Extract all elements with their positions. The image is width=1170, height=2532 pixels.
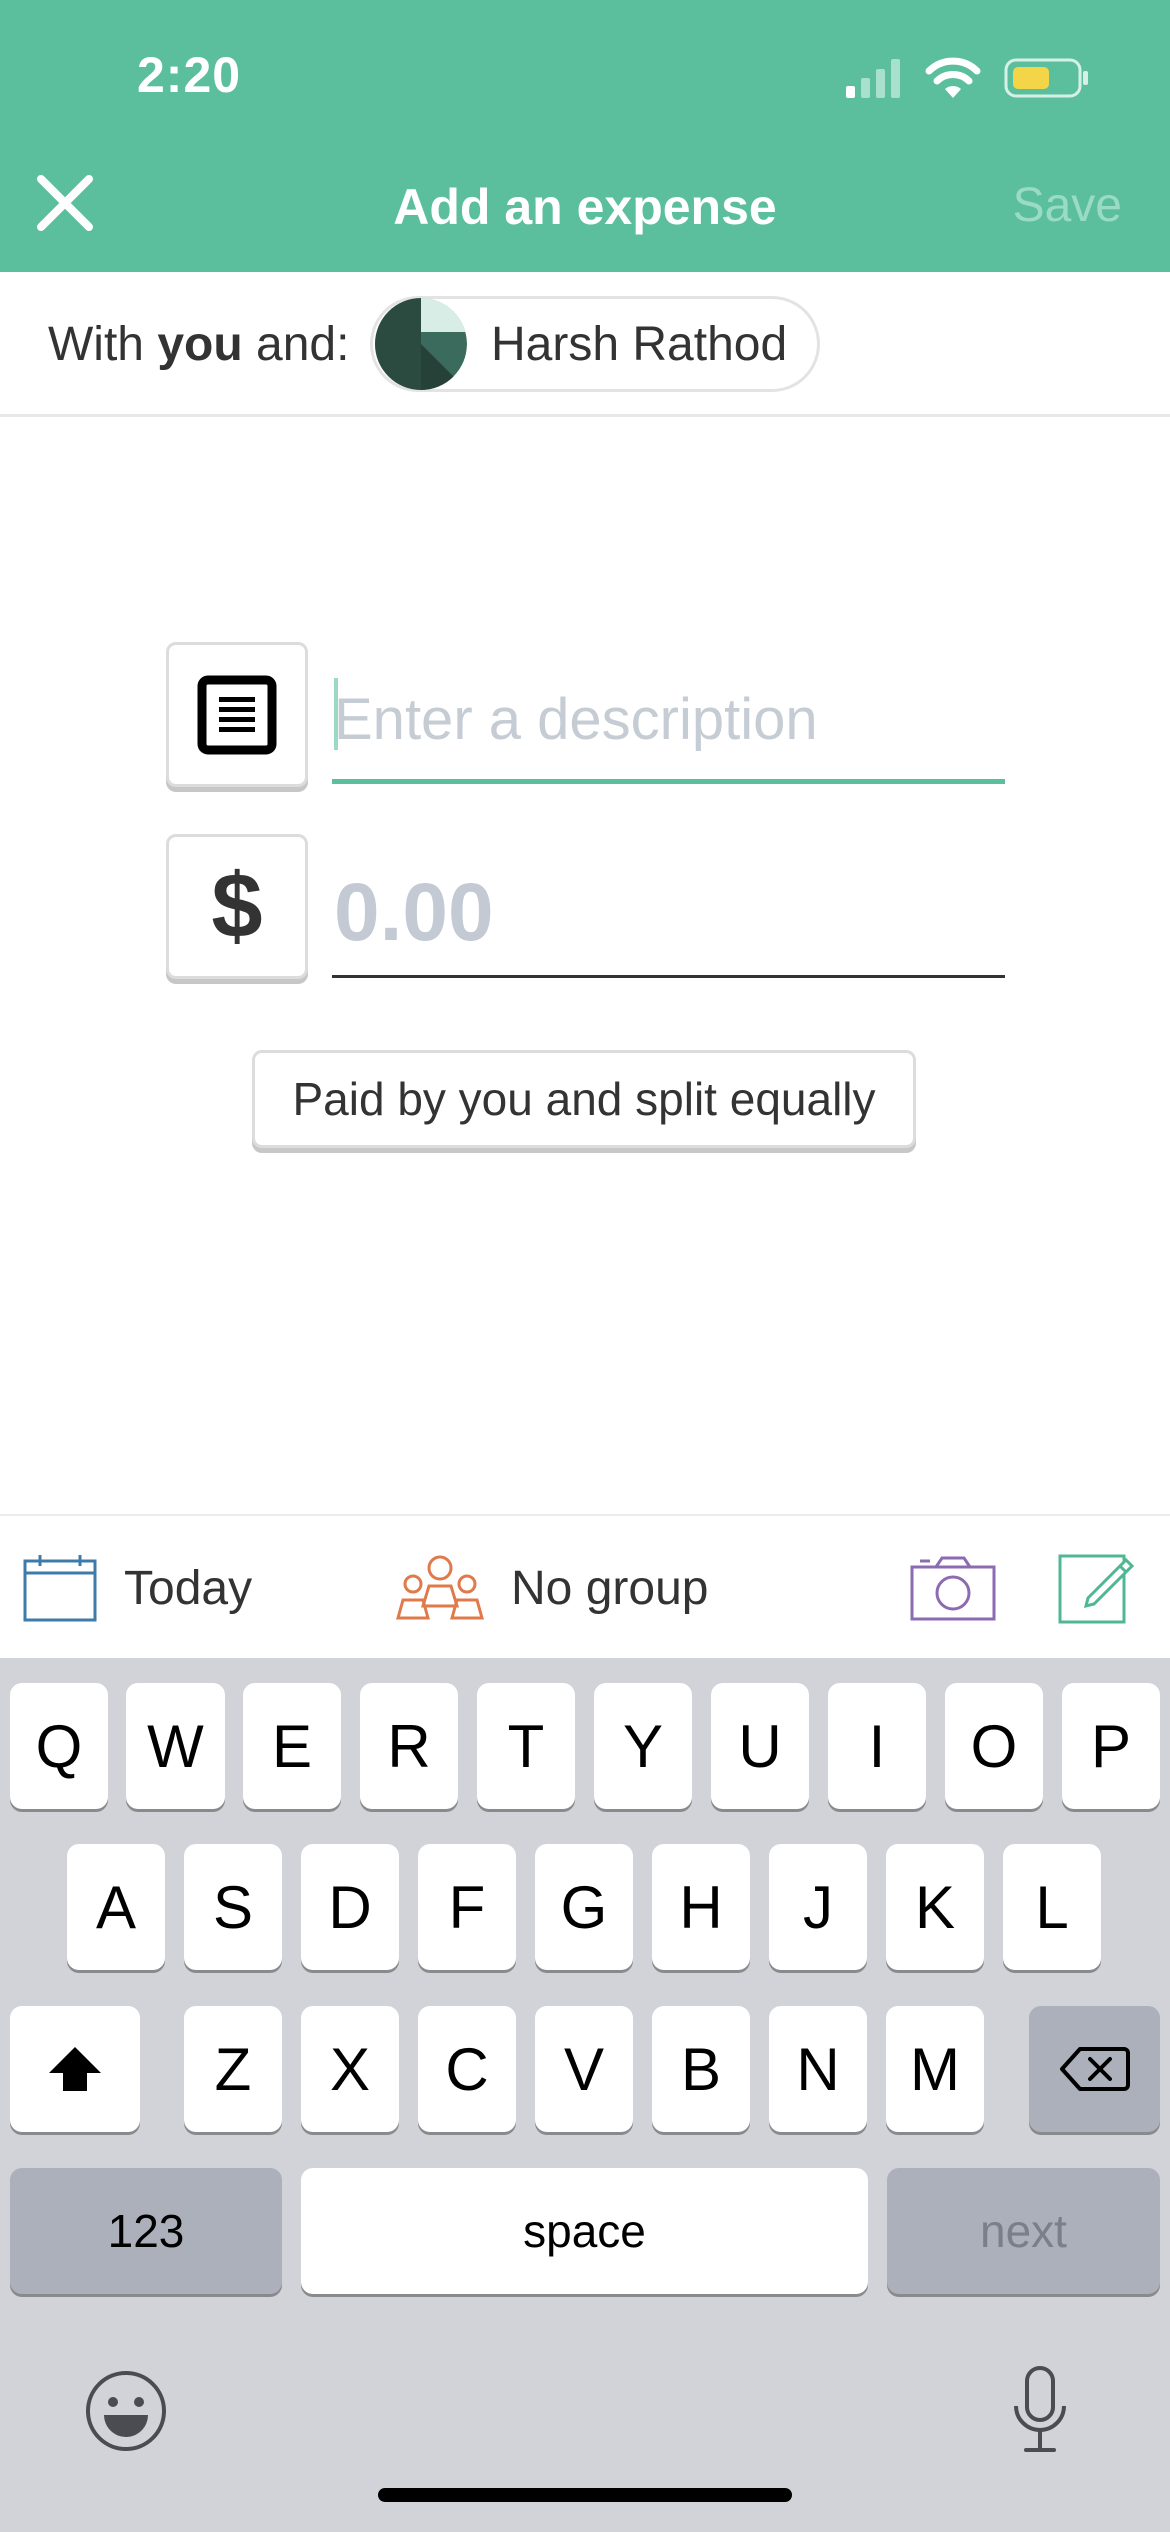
shift-key[interactable] bbox=[10, 2006, 140, 2132]
group-icon bbox=[396, 1555, 484, 1620]
key-a[interactable]: A bbox=[67, 1844, 165, 1970]
text-cursor bbox=[334, 678, 338, 750]
key-x[interactable]: X bbox=[301, 2006, 399, 2132]
key-p[interactable]: P bbox=[1062, 1683, 1160, 1809]
amount-input[interactable] bbox=[332, 850, 1005, 978]
currency-symbol: $ bbox=[211, 855, 263, 957]
key-h[interactable]: H bbox=[652, 1844, 750, 1970]
participant-chip[interactable]: Harsh Rathod bbox=[370, 296, 820, 392]
key-q[interactable]: Q bbox=[10, 1683, 108, 1809]
key-z[interactable]: Z bbox=[184, 2006, 282, 2132]
group-button[interactable]: No group bbox=[395, 1516, 708, 1660]
key-g[interactable]: G bbox=[535, 1844, 633, 1970]
page-title: Add an expense bbox=[393, 179, 777, 235]
cellular-signal-icon bbox=[846, 59, 900, 98]
save-button[interactable]: Save bbox=[1013, 178, 1122, 233]
description-input[interactable] bbox=[332, 660, 1005, 784]
key-f[interactable]: F bbox=[418, 1844, 516, 1970]
status-icons bbox=[846, 56, 1090, 100]
category-button[interactable] bbox=[166, 642, 308, 787]
key-r[interactable]: R bbox=[360, 1683, 458, 1809]
notes-button[interactable] bbox=[1058, 1516, 1134, 1660]
key-j[interactable]: J bbox=[769, 1844, 867, 1970]
keyboard: Q W E R T Y U I O P A S D F G H J K L Z … bbox=[0, 1658, 1170, 2532]
microphone-icon[interactable] bbox=[1010, 2364, 1070, 2456]
space-key[interactable]: space bbox=[301, 2168, 868, 2294]
shift-icon bbox=[49, 2047, 101, 2091]
date-label: Today bbox=[124, 1561, 253, 1615]
group-label: No group bbox=[511, 1561, 709, 1615]
key-d[interactable]: D bbox=[301, 1844, 399, 1970]
key-k[interactable]: K bbox=[886, 1844, 984, 1970]
calendar-icon bbox=[23, 1555, 97, 1622]
camera-button[interactable] bbox=[910, 1516, 996, 1660]
key-t[interactable]: T bbox=[477, 1683, 575, 1809]
home-indicator[interactable] bbox=[378, 2488, 792, 2502]
key-w[interactable]: W bbox=[126, 1683, 225, 1809]
backspace-icon bbox=[1059, 2047, 1130, 2091]
emoji-icon[interactable] bbox=[84, 2369, 168, 2453]
split-options-button[interactable]: Paid by you and split equally bbox=[252, 1050, 916, 1148]
key-b[interactable]: B bbox=[652, 2006, 750, 2132]
status-time: 2:20 bbox=[137, 47, 242, 103]
numbers-key[interactable]: 123 bbox=[10, 2168, 282, 2294]
currency-button[interactable]: $ bbox=[166, 834, 308, 979]
participants-row: With you and: Harsh Rathod bbox=[0, 272, 1170, 417]
app-header: 2:20 Add an expense Save bbox=[0, 0, 1170, 272]
delete-key[interactable] bbox=[1029, 2006, 1160, 2132]
key-l[interactable]: L bbox=[1003, 1844, 1101, 1970]
key-c[interactable]: C bbox=[418, 2006, 516, 2132]
key-e[interactable]: E bbox=[243, 1683, 341, 1809]
with-label: With you and: bbox=[48, 318, 350, 371]
next-key[interactable]: next bbox=[887, 2168, 1160, 2294]
key-v[interactable]: V bbox=[535, 2006, 633, 2132]
date-button[interactable]: Today bbox=[22, 1516, 252, 1660]
key-i[interactable]: I bbox=[828, 1683, 926, 1809]
key-s[interactable]: S bbox=[184, 1844, 282, 1970]
key-o[interactable]: O bbox=[945, 1683, 1043, 1809]
key-n[interactable]: N bbox=[769, 2006, 867, 2132]
expense-toolbar: Today No group bbox=[0, 1514, 1170, 1658]
receipt-icon bbox=[197, 675, 277, 754]
edit-note-icon bbox=[1058, 1554, 1134, 1624]
key-u[interactable]: U bbox=[711, 1683, 809, 1809]
camera-icon bbox=[910, 1556, 996, 1621]
key-m[interactable]: M bbox=[886, 2006, 984, 2132]
participant-name: Harsh Rathod bbox=[491, 317, 788, 371]
avatar bbox=[375, 298, 467, 390]
battery-icon bbox=[1004, 58, 1088, 98]
key-y[interactable]: Y bbox=[594, 1683, 692, 1809]
wifi-icon bbox=[925, 57, 981, 98]
